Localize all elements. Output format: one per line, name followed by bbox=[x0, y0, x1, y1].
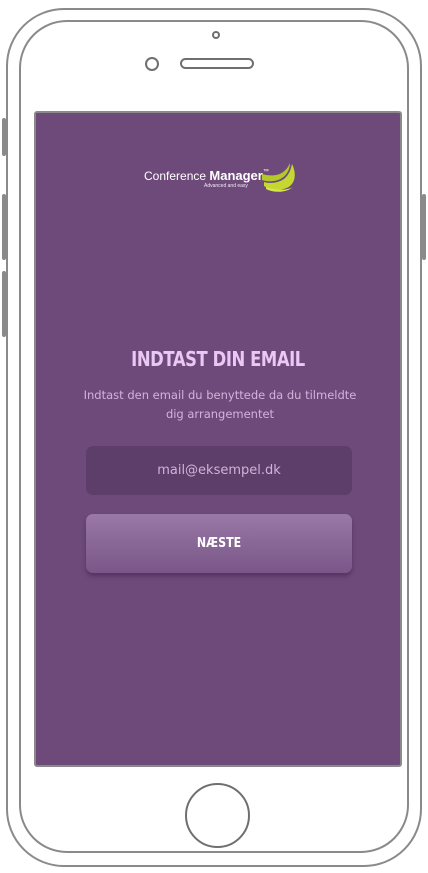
earpiece-speaker bbox=[180, 58, 254, 69]
conference-manager-logo: Conference Manager™ Advanced and easy bbox=[144, 160, 296, 196]
page-title: INDTAST DIN EMAIL bbox=[131, 347, 305, 371]
logo-brand-light: Conference bbox=[144, 169, 207, 183]
volume-down-button bbox=[2, 271, 6, 337]
home-button[interactable] bbox=[185, 783, 250, 848]
app-screen: Conference Manager™ Advanced and easy IN… bbox=[34, 111, 402, 767]
front-camera-icon bbox=[145, 57, 159, 71]
page-subtitle: Indtast den email du benyttede da du til… bbox=[83, 388, 357, 421]
power-button bbox=[422, 194, 426, 260]
proximity-sensor bbox=[212, 31, 220, 39]
mute-switch bbox=[2, 118, 6, 156]
next-button-label: NÆSTE bbox=[196, 536, 242, 551]
logo-brand-bold: Manager bbox=[209, 168, 263, 183]
email-field[interactable] bbox=[86, 446, 352, 495]
logo-wordmark: Conference Manager™ bbox=[144, 168, 269, 183]
logo-tagline: Advanced and easy bbox=[204, 183, 248, 189]
logo-swoosh-icon bbox=[262, 163, 295, 192]
volume-up-button bbox=[2, 194, 6, 260]
next-button[interactable]: NÆSTE bbox=[86, 514, 352, 573]
